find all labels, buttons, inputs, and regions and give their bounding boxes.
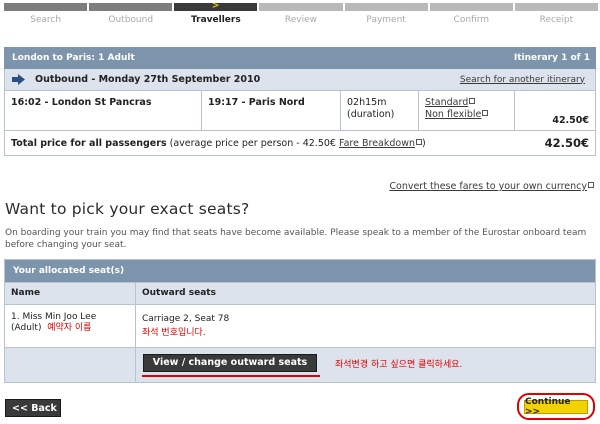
train-row: 16:02 - London St Pancras 19:17 - Paris …	[4, 91, 596, 131]
duration-note: (duration)	[347, 109, 395, 120]
seats-table-title: Your allocated seat(s)	[5, 260, 595, 282]
passenger-type: (Adult)	[11, 323, 42, 333]
change-seat-note: 좌석변경 하고 싶으면 클릭하세요.	[335, 360, 463, 370]
annotation-underline	[142, 375, 320, 377]
back-button[interactable]: << Back	[5, 399, 61, 417]
passenger-name: 1. Miss Min Joo Lee	[11, 312, 97, 322]
train-price: 42.50€	[552, 115, 589, 126]
step-review: Review	[259, 3, 343, 27]
step-receipt: Receipt	[514, 3, 598, 27]
seat-note: 좌석 번호입니다.	[142, 328, 206, 338]
seats-description: On boarding your train you may find that…	[5, 228, 587, 250]
view-change-seats-button[interactable]: View / change outward seats	[143, 354, 317, 372]
external-link-icon	[469, 98, 476, 104]
continue-annotation-circle: Continue >>	[517, 393, 595, 420]
step-search: Search	[4, 3, 88, 27]
itinerary-panel: London to Paris: 1 Adult Itinerary 1 of …	[4, 47, 596, 156]
total-row: Total price for all passengers (average …	[4, 131, 596, 156]
standard-class-link[interactable]: Standard	[425, 97, 476, 108]
total-label: Total price for all passengers	[11, 137, 167, 149]
current-step-arrow-icon: >	[211, 1, 220, 11]
progress-steps: Search Outbound > Travellers Review Payme…	[4, 1, 600, 27]
external-link-icon	[482, 110, 489, 116]
total-price: 42.50€	[544, 136, 589, 150]
outbound-label: Outbound - Monday 27th September 2010	[35, 74, 261, 85]
passenger-note: 예약자 이름	[47, 323, 92, 333]
allocated-seats-table: Your allocated seat(s) Name Outward seat…	[4, 259, 596, 383]
seats-action-row: View / change outward seats 좌석변경 하고 싶으면 …	[5, 347, 595, 382]
seats-header-row: Name Outward seats	[5, 282, 595, 304]
non-flexible-link[interactable]: Non flexible	[425, 109, 489, 120]
outbound-row: Outbound - Monday 27th September 2010 Se…	[4, 69, 596, 91]
convert-currency-link[interactable]: Convert these fares to your own currency	[389, 181, 594, 192]
table-row: 1. Miss Min Joo Lee (Adult) 예약자 이름 Carri…	[5, 304, 595, 347]
step-outbound: Outbound	[89, 3, 173, 27]
step-confirm: Confirm	[429, 3, 513, 27]
step-travellers: > Travellers	[174, 1, 258, 27]
total-note: (average price per person - 42.50€	[169, 137, 336, 149]
search-another-link[interactable]: Search for another itinerary	[460, 75, 585, 85]
external-link-icon	[588, 182, 594, 188]
col-outward: Outward seats	[142, 288, 216, 298]
itinerary-title: London to Paris: 1 Adult	[12, 53, 135, 63]
duration: 02h15m	[347, 97, 387, 108]
itinerary-count: Itinerary 1 of 1	[513, 53, 590, 63]
seat-number: Carriage 2, Seat 78	[142, 314, 230, 324]
step-payment: Payment	[344, 3, 428, 27]
itinerary-header: London to Paris: 1 Adult Itinerary 1 of …	[4, 47, 596, 69]
arrival: 19:17 - Paris Nord	[208, 97, 305, 108]
departure: 16:02 - London St Pancras	[11, 97, 152, 108]
col-name: Name	[5, 283, 136, 304]
continue-button[interactable]: Continue >>	[524, 397, 588, 417]
fare-breakdown-link[interactable]: Fare Breakdown	[339, 138, 422, 149]
seats-heading: Want to pick your exact seats?	[5, 200, 250, 218]
arrow-right-icon	[11, 73, 27, 87]
